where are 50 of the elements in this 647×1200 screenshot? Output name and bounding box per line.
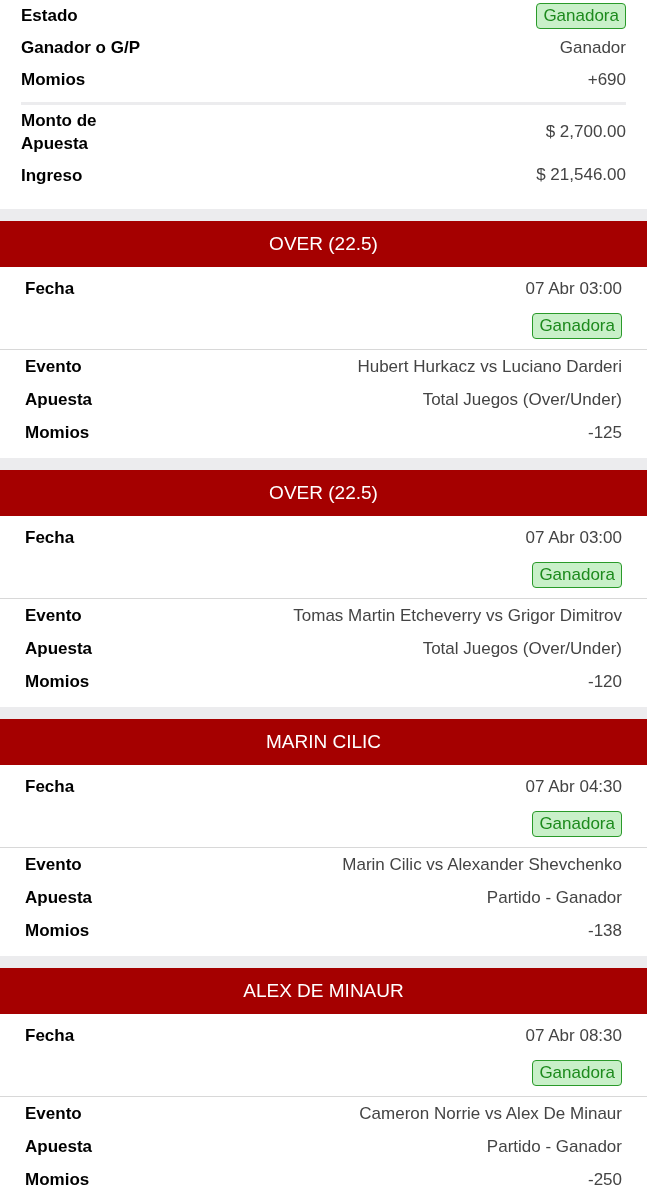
field-value: Partido - Ganador [486,1135,622,1158]
field-value: 07 Abr 03:00 [525,278,622,301]
bet-header: OVER (22.5) [0,470,647,516]
status-badge: Ganadora [532,562,622,588]
field-label: Fecha [25,776,75,799]
field-value: Partido - Ganador [486,886,622,909]
field-label: Apuesta [25,886,93,909]
field-label: Ingreso [21,164,84,187]
field-label: Ganador o G/P [21,37,141,60]
field-label: Estado [21,5,78,28]
field-label: Monto de Apuesta [21,110,98,155]
field-label: Evento [25,355,82,378]
field-label: Apuesta [25,388,93,411]
field-label: Momios [25,919,90,942]
field-value: 07 Abr 03:00 [525,527,622,550]
field-value: Total Juegos (Over/Under) [422,637,622,660]
bet-header: MARIN CILIC [0,719,647,765]
field-value: -138 [587,919,622,942]
field-value: -250 [587,1168,622,1191]
field-value: $ 21,546.00 [536,164,626,187]
field-label: Momios [25,421,90,444]
field-value: -125 [587,421,622,444]
field-label: Evento [25,604,82,627]
field-value: Cameron Norrie vs Alex De Minaur [359,1102,622,1125]
bet-header: OVER (22.5) [0,221,647,267]
field-value: Marin Cilic vs Alexander Shevchenko [342,853,622,876]
status-badge: Ganadora [532,811,622,837]
field-value: 07 Abr 08:30 [525,1025,622,1048]
field-value: Ganador [559,37,626,60]
field-value: 07 Abr 04:30 [525,776,622,799]
field-label: Evento [25,853,82,876]
field-value: Total Juegos (Over/Under) [422,388,622,411]
field-label: Fecha [25,527,75,550]
field-label: Fecha [25,1025,75,1048]
field-label: Momios [25,1168,90,1191]
status-badge: Ganadora [536,3,626,29]
field-label: Momios [21,69,86,92]
field-value: -120 [587,670,622,693]
field-label: Fecha [25,278,75,301]
bet-header: ALEX DE MINAUR [0,968,647,1014]
field-value: Tomas Martin Etcheverry vs Grigor Dimitrov [293,604,622,627]
field-label: Evento [25,1102,82,1125]
field-value: Hubert Hurkacz vs Luciano Darderi [357,355,622,378]
status-badge: Ganadora [532,1060,622,1086]
field-label: Apuesta [25,637,93,660]
field-label: Apuesta [25,1135,93,1158]
field-value: $ 2,700.00 [545,121,626,144]
field-value: +690 [587,69,626,92]
status-badge: Ganadora [532,313,622,339]
field-label: Momios [25,670,90,693]
